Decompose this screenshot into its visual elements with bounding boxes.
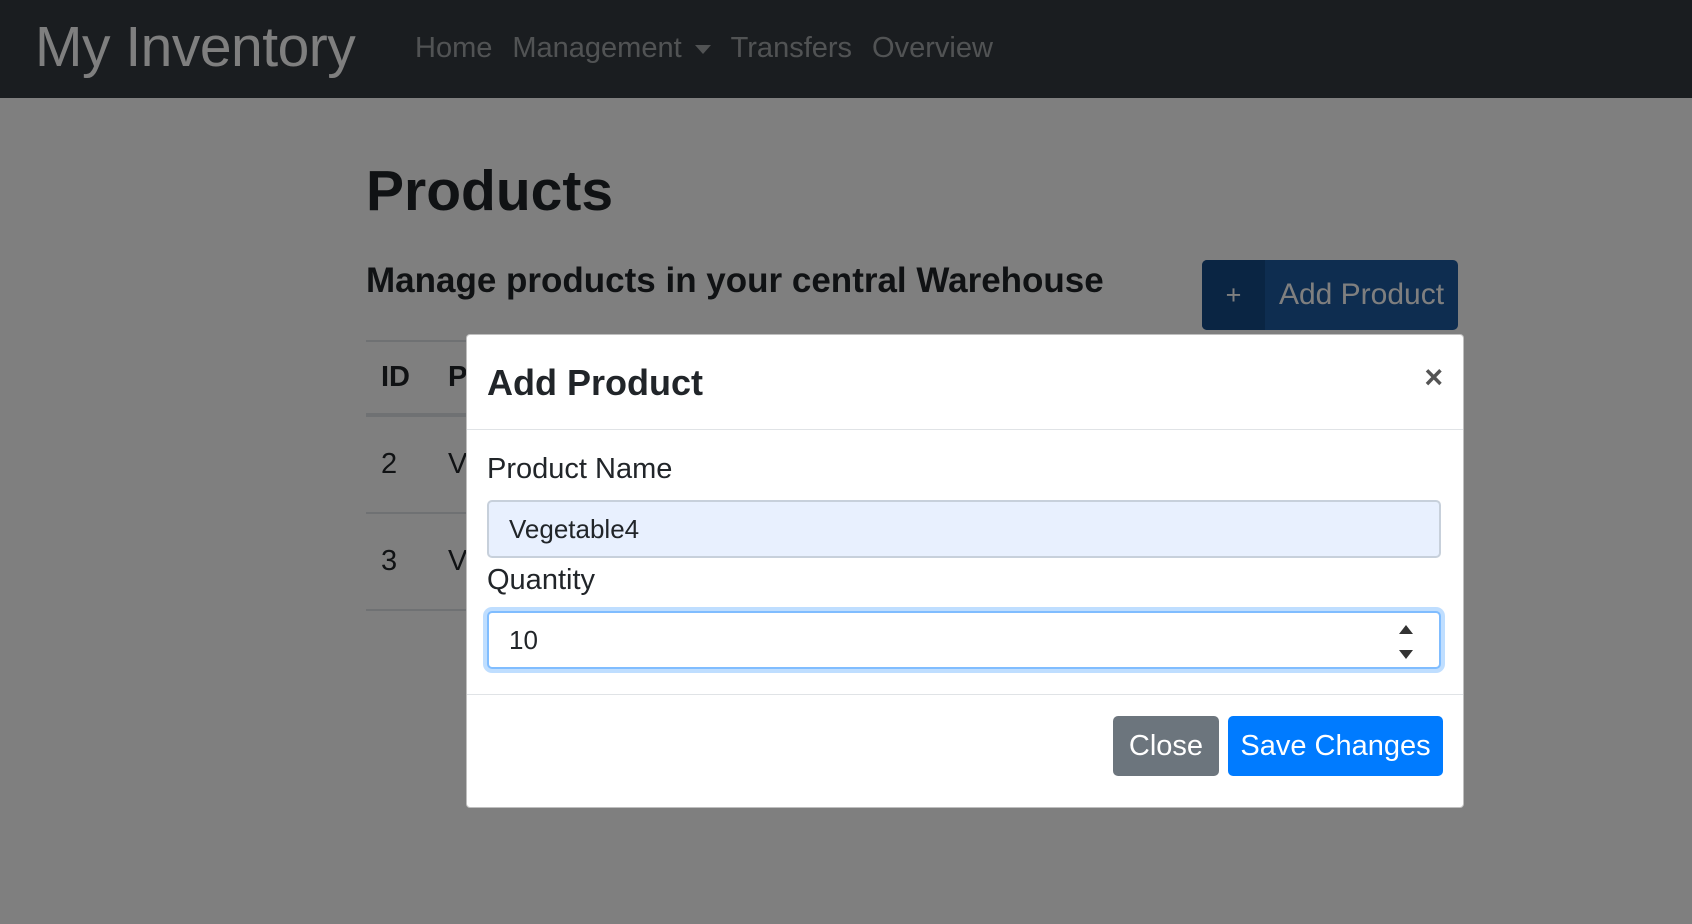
- add-product-modal: Add Product × Product Name Vegetable4 Qu…: [466, 334, 1464, 808]
- product-name-value: Vegetable4: [509, 513, 640, 544]
- close-icon[interactable]: ×: [1424, 357, 1443, 397]
- quantity-input[interactable]: 10: [487, 611, 1441, 669]
- close-button[interactable]: Close: [1113, 716, 1219, 776]
- product-name-input[interactable]: Vegetable4: [487, 500, 1441, 558]
- decrement-arrow-icon[interactable]: [1399, 650, 1413, 659]
- modal-footer: Close Save Changes: [467, 694, 1463, 808]
- save-changes-button[interactable]: Save Changes: [1228, 716, 1443, 776]
- quantity-value: 10: [509, 624, 538, 655]
- product-name-label: Product Name: [487, 453, 673, 485]
- modal-title: Add Product: [487, 362, 703, 403]
- quantity-label: Quantity: [487, 564, 595, 596]
- quantity-stepper[interactable]: [1393, 625, 1419, 659]
- modal-header: Add Product ×: [467, 335, 1463, 430]
- increment-arrow-icon[interactable]: [1399, 625, 1413, 634]
